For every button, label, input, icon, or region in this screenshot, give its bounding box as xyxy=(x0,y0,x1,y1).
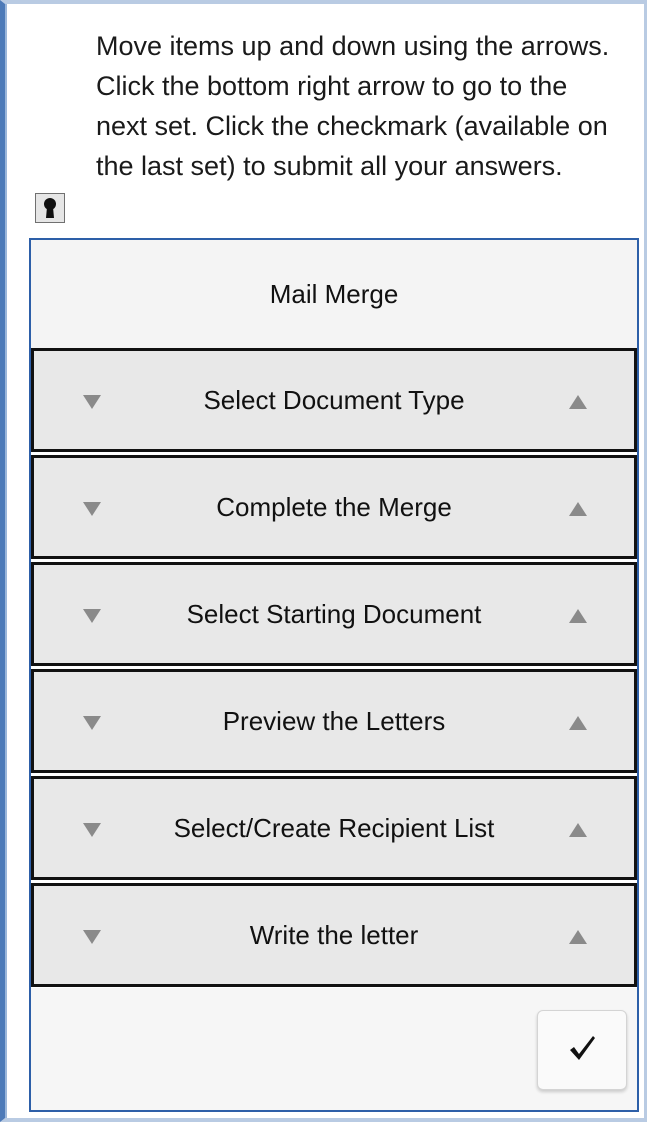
triangle-down-icon[interactable] xyxy=(80,390,104,414)
triangle-up-icon[interactable] xyxy=(566,711,590,735)
triangle-up-icon[interactable] xyxy=(566,497,590,521)
sortable-item[interactable]: Preview the Letters xyxy=(31,669,637,773)
sortable-item[interactable]: Select Starting Document xyxy=(31,562,637,666)
triangle-down-icon[interactable] xyxy=(80,925,104,949)
item-label: Select/Create Recipient List xyxy=(173,812,495,843)
triangle-up-icon[interactable] xyxy=(566,925,590,949)
triangle-down-icon[interactable] xyxy=(80,497,104,521)
triangle-down-icon[interactable] xyxy=(80,604,104,628)
checkmark-icon xyxy=(567,1033,597,1068)
panel-title: Mail Merge xyxy=(31,240,637,348)
item-label: Preview the Letters xyxy=(222,705,446,736)
triangle-up-icon[interactable] xyxy=(566,390,590,414)
triangle-down-icon[interactable] xyxy=(80,711,104,735)
item-label: Select Document Type xyxy=(203,384,465,415)
item-label: Select Starting Document xyxy=(186,598,482,629)
keyhole-lock-icon[interactable] xyxy=(35,193,65,223)
triangle-up-icon[interactable] xyxy=(566,818,590,842)
sortable-item[interactable]: Select Document Type xyxy=(31,348,637,452)
sortable-item[interactable]: Write the letter xyxy=(31,883,637,987)
triangle-down-icon[interactable] xyxy=(80,818,104,842)
sortable-item[interactable]: Complete the Merge xyxy=(31,455,637,559)
ordering-panel: Mail Merge Select Document Type Complete… xyxy=(29,238,639,1112)
triangle-up-icon[interactable] xyxy=(566,604,590,628)
sortable-item[interactable]: Select/Create Recipient List xyxy=(31,776,637,880)
submit-button[interactable] xyxy=(537,1010,627,1090)
item-label: Write the letter xyxy=(249,919,419,950)
item-label: Complete the Merge xyxy=(216,491,452,522)
panel-footer xyxy=(31,988,637,1110)
instructions-text: Move items up and down using the arrows.… xyxy=(96,31,610,181)
